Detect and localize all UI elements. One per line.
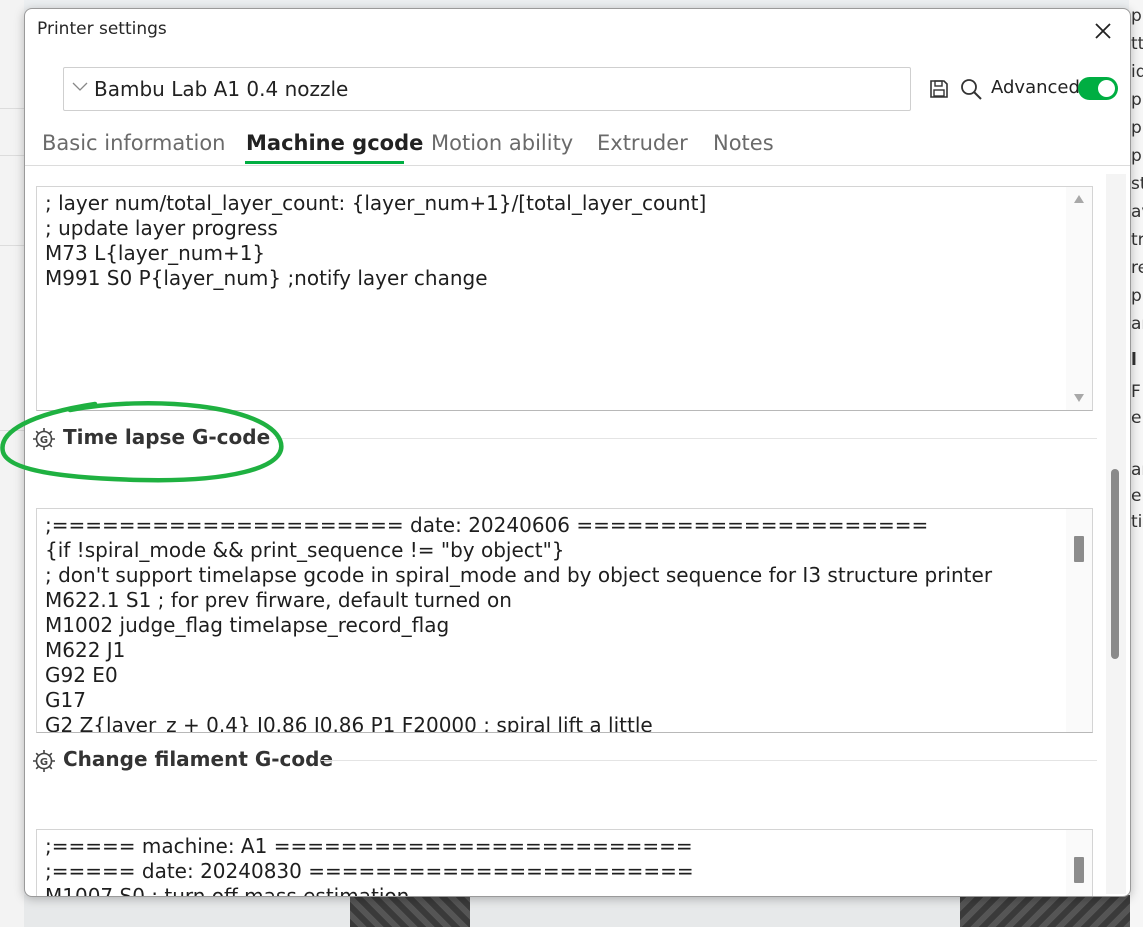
printer-preset-select[interactable]: Bambu Lab A1 0.4 nozzle [63, 67, 911, 111]
code-line: ; update layer progress [45, 216, 278, 240]
section-divider [321, 760, 1097, 761]
background-app-right: p tt id p p p st av tr re p ar l B F el … [1129, 0, 1143, 927]
background-text: ar [1131, 314, 1143, 334]
section-title: Time lapse G-code [63, 425, 271, 449]
code-line: M991 S0 P{layer_num} ;notify layer chang… [45, 266, 488, 290]
chevron-down-icon [72, 82, 88, 91]
search-icon[interactable] [959, 77, 983, 101]
section-divider [275, 438, 1097, 439]
code-lines: ;===================== date: 20240606 ==… [45, 513, 1064, 733]
background-text: p [1131, 118, 1142, 138]
code-line: G92 E0 [45, 663, 118, 687]
code-line: M622.1 S1 ; for prev firware, default tu… [45, 588, 512, 612]
printer-settings-dialog: Printer settings Bambu Lab A1 0.4 nozzle… [24, 8, 1131, 897]
tab-notes[interactable]: Notes [713, 131, 774, 155]
background-text: F [1131, 382, 1141, 402]
layer-change-gcode-editor[interactable]: ; layer num/total_layer_count: {layer_nu… [36, 186, 1093, 411]
svg-text:G: G [40, 757, 48, 768]
background-text: ti [1131, 512, 1143, 532]
toggle-knob [1098, 80, 1115, 97]
close-button[interactable] [1086, 15, 1120, 47]
background-text: re [1131, 258, 1143, 278]
gear-icon: G [33, 750, 55, 772]
background-text: el [1131, 408, 1143, 428]
background-text: p [1131, 6, 1142, 26]
build-plate-preview [350, 895, 470, 927]
background-text: ar [1131, 460, 1143, 480]
dialog-scrollbar[interactable] [1106, 174, 1126, 894]
code-line: M622 J1 [45, 638, 126, 662]
scroll-thumb[interactable] [1074, 857, 1084, 883]
title-bar: Printer settings [25, 9, 1130, 53]
code-line: ;===== date: 20240830 ==================… [45, 859, 694, 883]
background-app-left [0, 0, 24, 927]
tab-motion-ability[interactable]: Motion ability [431, 131, 573, 155]
settings-tabs: Basic information Machine gcode Motion a… [25, 127, 1130, 166]
background-text: av [1131, 202, 1143, 222]
background-text: p [1131, 90, 1142, 110]
advanced-toggle[interactable] [1078, 77, 1118, 100]
advanced-label: Advanced [991, 77, 1080, 98]
code-line: ;===================== date: 20240606 ==… [45, 513, 929, 537]
printer-preset-value: Bambu Lab A1 0.4 nozzle [94, 77, 349, 101]
background-text: st [1131, 174, 1143, 194]
tab-basic-information[interactable]: Basic information [42, 131, 225, 155]
background-text: id [1131, 62, 1143, 82]
scroll-down-arrow-icon[interactable] [1074, 394, 1084, 402]
tab-extruder[interactable]: Extruder [597, 131, 688, 155]
code-lines: ;===== machine: A1 =====================… [45, 834, 1064, 897]
code-line: M73 L{layer_num+1} [45, 241, 266, 265]
dialog-title: Printer settings [37, 19, 167, 39]
background-text: p [1131, 286, 1142, 306]
code-line: M1007 S0 ; turn off mass estimation [45, 884, 410, 897]
build-plate-preview [960, 895, 1130, 927]
background-text: l B [1131, 350, 1143, 370]
scroll-up-arrow-icon[interactable] [1074, 195, 1084, 203]
code-lines: ; layer num/total_layer_count: {layer_nu… [45, 191, 1064, 291]
background-text: p [1131, 146, 1142, 166]
code-line: M1002 judge_flag timelapse_record_flag [45, 613, 450, 637]
dialog-scroll-thumb[interactable] [1111, 469, 1119, 659]
code-line: {if !spiral_mode && print_sequence != "b… [45, 538, 565, 562]
save-icon[interactable] [929, 79, 949, 99]
svg-text:G: G [40, 435, 48, 446]
code-line: ;===== machine: A1 =====================… [45, 834, 693, 858]
scroll-thumb[interactable] [1074, 536, 1084, 562]
close-icon [1095, 23, 1111, 39]
editor-scrollbar[interactable] [1066, 187, 1092, 410]
code-line: ; don't support timelapse gcode in spira… [45, 563, 993, 587]
change-filament-gcode-editor[interactable]: ;===== machine: A1 =====================… [36, 829, 1093, 897]
tab-machine-gcode[interactable]: Machine gcode [246, 131, 423, 155]
active-tab-indicator [245, 161, 404, 164]
code-line: ; layer num/total_layer_count: {layer_nu… [45, 191, 707, 215]
background-text: tr [1131, 230, 1143, 250]
editor-scrollbar[interactable] [1066, 830, 1092, 896]
code-line: G2 Z{layer_z + 0.4} I0.86 J0.86 P1 F2000… [45, 713, 653, 733]
editor-scrollbar[interactable] [1066, 509, 1092, 732]
background-text: el [1131, 486, 1143, 506]
background-text: tt [1131, 34, 1143, 54]
code-line: G17 [45, 688, 86, 712]
section-title: Change filament G-code [63, 747, 334, 771]
gear-icon: G [33, 428, 55, 450]
change-filament-gcode-header: G Change filament G-code [31, 745, 351, 775]
timelapse-gcode-editor[interactable]: ;===================== date: 20240606 ==… [36, 508, 1093, 733]
